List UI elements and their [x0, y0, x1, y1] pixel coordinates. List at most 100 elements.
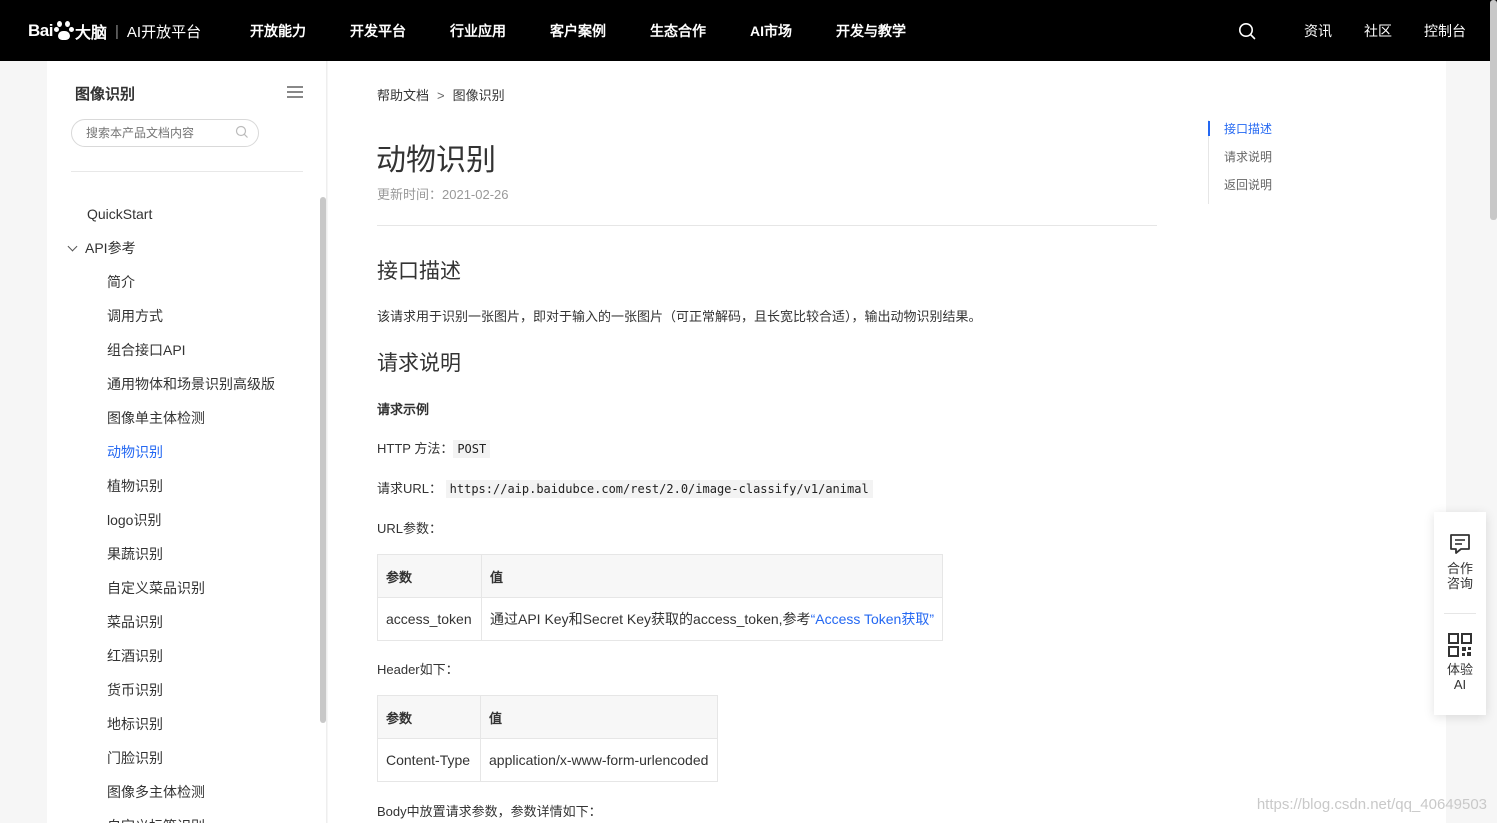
paw-icon — [53, 21, 74, 41]
chevron-down-icon — [67, 241, 78, 252]
sidebar-item-custom-dish[interactable]: 自定义菜品识别 — [47, 575, 317, 609]
sidebar-item-wine[interactable]: 红酒识别 — [47, 643, 317, 677]
url-params-table: 参数 值 access_token 通过API Key和Secret Key获取… — [377, 554, 944, 641]
logo-brain-text: 大脑 — [74, 25, 107, 42]
breadcrumb-image-recognition[interactable]: 图像识别 — [453, 88, 505, 103]
nav-console[interactable]: 控制台 — [1424, 21, 1466, 41]
param-content-type: Content-Type — [377, 738, 481, 782]
logo-platform-text: AI开放平台 — [126, 23, 202, 41]
param-access-token-desc: 通过API Key和Secret Key获取的access_token,参考“A… — [480, 597, 944, 641]
sidebar-item-call-method[interactable]: 调用方式 — [47, 303, 317, 337]
request-url-label: 请求URL： — [377, 481, 443, 496]
sidebar-divider — [71, 171, 303, 172]
try-line1: 体验 — [1446, 662, 1473, 677]
breadcrumb-help-docs[interactable]: 帮助文档 — [377, 88, 429, 103]
access-token-desc-text: 通过API Key和Secret Key获取的access_token,参考 — [490, 611, 811, 627]
nav-community[interactable]: 社区 — [1364, 21, 1392, 41]
nav-cases[interactable]: 客户案例 — [550, 21, 606, 41]
breadcrumb: 帮助文档 > 图像识别 — [377, 85, 505, 104]
param-access-token: access_token — [377, 597, 482, 641]
chat-icon — [1450, 534, 1470, 554]
table-header-value: 值 — [480, 695, 718, 739]
sidebar-item-currency[interactable]: 货币识别 — [47, 677, 317, 711]
nav-right: 资讯 社区 控制台 — [1238, 0, 1466, 61]
sidebar-item-general-object[interactable]: 通用物体和场景识别高级版 — [47, 371, 317, 405]
nav-dev-platform[interactable]: 开发平台 — [350, 21, 406, 41]
consult-line2: 咨询 — [1446, 576, 1473, 591]
sidebar-item-animal[interactable]: 动物识别 — [47, 439, 317, 473]
http-method-value: POST — [453, 440, 491, 458]
sidebar-item-single-subject[interactable]: 图像单主体检测 — [47, 405, 317, 439]
watermark-text: https://blog.csdn.net/qq_40649503 — [1256, 796, 1487, 813]
try-ai-button[interactable]: 体验 AI — [1434, 632, 1486, 692]
nav-ai-market[interactable]: AI市场 — [750, 21, 792, 41]
sidebar-item-storefront[interactable]: 门脸识别 — [47, 745, 317, 779]
section-request-title: 请求说明 — [377, 352, 461, 375]
access-token-link[interactable]: “Access Token获取” — [811, 611, 934, 627]
sidebar-list: QuickStart API参考 简介 调用方式 组合接口API 通用物体和场景… — [47, 201, 317, 823]
search-icon[interactable] — [1238, 22, 1256, 40]
table-header-param: 参数 — [377, 554, 482, 598]
sidebar-item-custom-tag[interactable]: 自定义标签识别 — [47, 813, 317, 823]
request-url-value: https://aip.baidubce.com/rest/2.0/image-… — [445, 480, 873, 498]
request-example-label: 请求示例 — [377, 402, 430, 417]
table-row: access_token 通过API Key和Secret Key获取的acce… — [377, 597, 944, 641]
baidu-ai-logo[interactable]: Bai 大脑 | AI开放平台 — [28, 16, 201, 46]
update-time: 更新时间：2021-02-26 — [377, 184, 509, 203]
floating-widget: 合作 咨询 体验 AI — [1434, 512, 1486, 715]
body-params-label: Body中放置请求参数，参数详情如下： — [377, 804, 602, 819]
title-divider — [377, 225, 1157, 226]
table-header-row: 参数 值 — [377, 554, 944, 598]
toc-item-response[interactable]: 返回说明 — [1209, 176, 1272, 204]
sidebar-scrollbar[interactable] — [320, 197, 326, 723]
section-interface-desc-title: 接口描述 — [377, 260, 461, 283]
sidebar-title: 图像识别 — [75, 86, 136, 103]
page-scrollbar[interactable] — [1490, 0, 1497, 220]
try-line2: AI — [1453, 677, 1467, 692]
page-title: 动物识别 — [376, 144, 496, 177]
sidebar-item-landmark[interactable]: 地标识别 — [47, 711, 317, 745]
sidebar-item-dish[interactable]: 菜品识别 — [47, 609, 317, 643]
table-header-row: 参数 值 — [377, 695, 718, 739]
menu-icon[interactable] — [287, 86, 303, 98]
param-content-type-value: application/x-www-form-urlencoded — [480, 738, 718, 782]
table-header-param: 参数 — [377, 695, 481, 739]
doc-sidebar: 图像识别 QuickStart API参考 简介 调用方式 组合接口API 通用… — [47, 61, 327, 823]
search-icon[interactable] — [235, 125, 249, 139]
http-method-line: HTTP 方法： POST — [377, 438, 491, 458]
sidebar-item-intro[interactable]: 简介 — [47, 269, 317, 303]
widget-divider — [1444, 613, 1476, 614]
qr-code-icon — [1448, 633, 1472, 657]
toc-item-request[interactable]: 请求说明 — [1209, 148, 1272, 176]
update-label: 更新时间： — [377, 187, 443, 202]
sidebar-item-logo[interactable]: logo识别 — [47, 507, 317, 541]
sidebar-item-quickstart[interactable]: QuickStart — [47, 201, 317, 235]
nav-industry[interactable]: 行业应用 — [450, 21, 506, 41]
table-of-contents: 接口描述 请求说明 返回说明 — [1207, 120, 1272, 204]
consult-button[interactable]: 合作 咨询 — [1434, 532, 1486, 591]
breadcrumb-separator: > — [437, 88, 445, 103]
nav-open-capability[interactable]: 开放能力 — [250, 21, 306, 41]
logo-separator: | — [114, 22, 119, 40]
nav-ecosystem[interactable]: 生态合作 — [650, 21, 706, 41]
nav-dev-learning[interactable]: 开发与教学 — [836, 21, 906, 41]
sidebar-item-api-ref[interactable]: API参考 — [47, 235, 317, 269]
sidebar-search-input[interactable] — [71, 119, 259, 147]
sidebar-item-plant[interactable]: 植物识别 — [47, 473, 317, 507]
toc-item-interface-desc[interactable]: 接口描述 — [1207, 120, 1272, 148]
logo-bai-text: Bai — [28, 21, 53, 40]
sidebar-item-multi-subject[interactable]: 图像多主体检测 — [47, 779, 317, 813]
main-nav: 开放能力 开发平台 行业应用 客户案例 生态合作 AI市场 开发与教学 — [250, 0, 950, 61]
header-table: 参数 值 Content-Type application/x-www-form… — [377, 695, 718, 782]
consult-line1: 合作 — [1446, 561, 1473, 576]
interface-desc-text: 该请求用于识别一张图片，即对于输入的一张图片（可正常解码，且长宽比较合适），输出… — [377, 309, 982, 324]
top-navbar: Bai 大脑 | AI开放平台 开放能力 开发平台 行业应用 客户案例 生态合作… — [0, 0, 1497, 61]
sidebar-item-fruit-veg[interactable]: 果蔬识别 — [47, 541, 317, 575]
nav-news[interactable]: 资讯 — [1304, 21, 1332, 41]
doc-content: 帮助文档 > 图像识别 动物识别 更新时间：2021-02-26 接口描述 该请求用… — [328, 61, 1446, 823]
table-row: Content-Type application/x-www-form-urle… — [377, 738, 718, 782]
request-url-line: 请求URL： https://aip.baidubce.com/rest/2.0… — [377, 478, 873, 498]
sidebar-item-combo-api[interactable]: 组合接口API — [47, 337, 317, 371]
sidebar-item-label: API参考 — [85, 240, 136, 256]
update-date: 2021-02-26 — [442, 187, 509, 202]
